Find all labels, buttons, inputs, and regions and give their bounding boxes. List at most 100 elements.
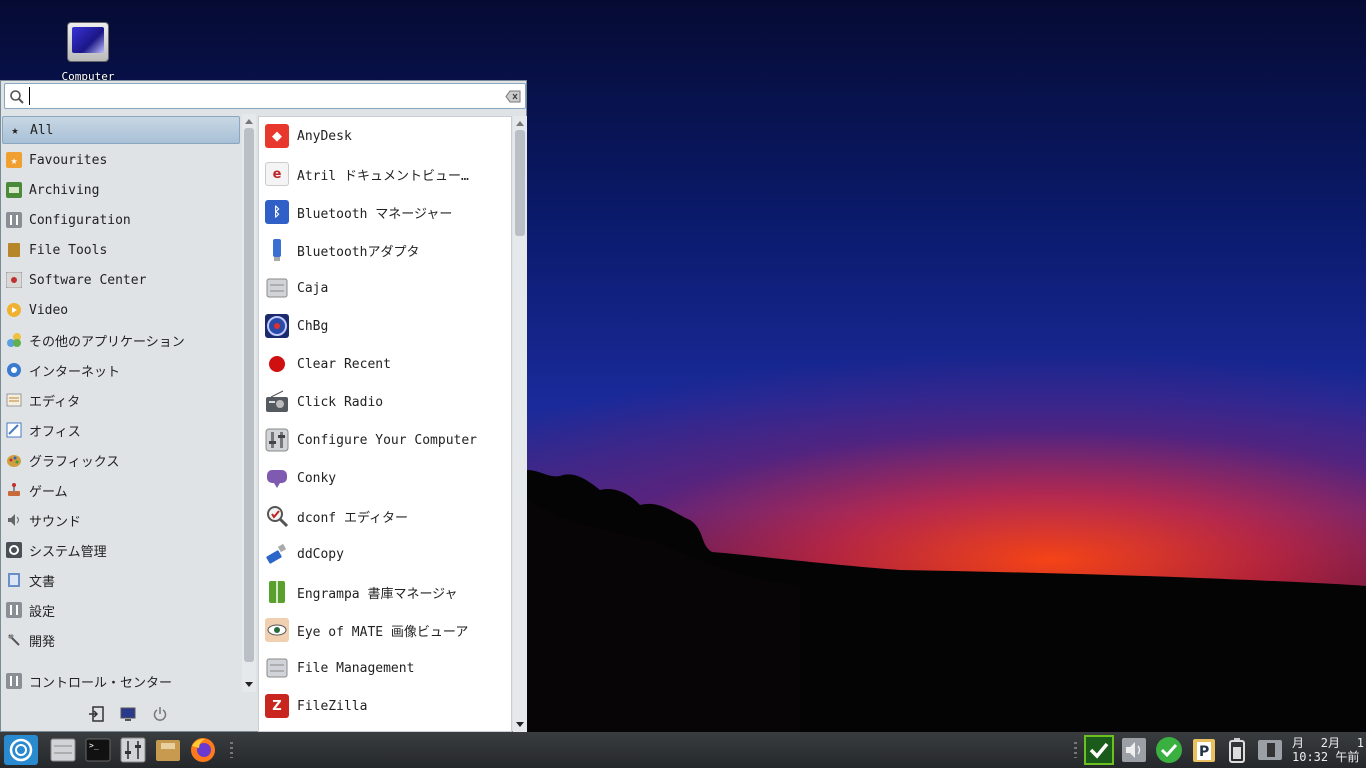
app-label: ChBg — [297, 318, 329, 334]
power-button[interactable] — [151, 705, 169, 723]
category-documents[interactable]: 文書 — [2, 566, 240, 594]
office-icon — [6, 422, 22, 438]
filezilla-icon: Z — [265, 694, 289, 718]
app-anydesk[interactable]: ◆ AnyDesk — [259, 117, 511, 155]
app-atril[interactable]: e Atril ドキュメントビュー… — [259, 155, 511, 193]
category-editor[interactable]: エディタ — [2, 386, 240, 414]
battery-icon — [1229, 738, 1245, 763]
dconf-icon — [265, 504, 289, 528]
app-eye-of-mate[interactable]: Eye of MATE 画像ビューア — [259, 611, 511, 649]
conky-icon — [265, 466, 289, 490]
desktop-icon-computer[interactable]: Computer — [58, 22, 118, 83]
category-graphics[interactable]: グラフィックス — [2, 446, 240, 474]
configure-icon — [265, 428, 289, 452]
file-tools-icon — [6, 242, 22, 258]
category-sound[interactable]: サウンド — [2, 506, 240, 534]
category-software-center[interactable]: Software Center — [2, 266, 240, 294]
app-filezilla[interactable]: Z FileZilla — [259, 687, 511, 725]
clock[interactable]: 月 2月 1 10:32 午前 — [1292, 736, 1364, 764]
app-conky[interactable]: Conky — [259, 459, 511, 497]
category-label: その他のアプリケーション — [29, 334, 185, 350]
app-label: Conky — [297, 470, 337, 486]
scrollbar-thumb[interactable] — [244, 128, 254, 662]
application-list: ◆ AnyDesk e Atril ドキュメントビュー… ᛒ Bluetooth… — [258, 116, 512, 732]
category-label: 文書 — [29, 574, 56, 590]
control-center-item[interactable]: コントロール・センター — [2, 667, 240, 695]
app-clear-recent[interactable]: Clear Recent — [259, 345, 511, 383]
application-scrollbar[interactable] — [513, 116, 527, 732]
lock-screen-button[interactable] — [119, 705, 137, 723]
terminal-launcher[interactable]: >_ — [83, 735, 113, 765]
category-list: ★ All ★ Favourites Archiving Configurati… — [1, 114, 241, 692]
category-archiving[interactable]: Archiving — [2, 176, 240, 204]
computer-icon — [67, 22, 109, 62]
video-icon — [6, 302, 22, 318]
app-label: Atril ドキュメントビュー… — [297, 168, 469, 184]
category-settings[interactable]: 設定 — [2, 596, 240, 624]
editor-icon — [6, 392, 22, 408]
network-icon — [1258, 740, 1282, 760]
app-label: Configure Your Computer — [297, 432, 478, 448]
firefox-launcher[interactable] — [188, 735, 218, 765]
category-label: Software Center — [29, 272, 147, 288]
app-click-radio[interactable]: Click Radio — [259, 383, 511, 421]
update-check-button[interactable] — [1084, 735, 1114, 765]
scroll-down-arrow[interactable] — [245, 682, 253, 687]
app-caja[interactable]: Caja — [259, 269, 511, 307]
scrollbar-thumb[interactable] — [515, 130, 525, 236]
settings-icon — [6, 602, 22, 618]
category-label: サウンド — [29, 514, 82, 530]
scroll-down-arrow[interactable] — [516, 722, 524, 727]
configuration-icon — [6, 212, 22, 228]
category-configuration[interactable]: Configuration — [2, 206, 240, 234]
battery-button[interactable] — [1222, 735, 1252, 765]
svg-text:>_: >_ — [89, 741, 99, 750]
category-favourites[interactable]: ★ Favourites — [2, 146, 240, 174]
check-ok-button[interactable] — [1154, 735, 1184, 765]
search-input[interactable] — [29, 87, 499, 105]
app-chbg[interactable]: ChBg — [259, 307, 511, 345]
firefox-icon — [191, 738, 215, 762]
app-ddcopy[interactable]: ddCopy — [259, 535, 511, 573]
app-engrampa[interactable]: Engrampa 書庫マネージャ — [259, 573, 511, 611]
category-other-apps[interactable]: その他のアプリケーション — [2, 326, 240, 354]
svg-text:P: P — [1199, 744, 1209, 760]
category-video[interactable]: Video — [2, 296, 240, 324]
clipboard-button[interactable]: P — [1189, 735, 1219, 765]
chbg-icon — [265, 314, 289, 338]
category-system-admin[interactable]: システム管理 — [2, 536, 240, 564]
terminal-icon: >_ — [85, 738, 111, 762]
category-scrollbar[interactable] — [242, 114, 256, 692]
clear-search-icon[interactable] — [505, 90, 521, 103]
scroll-up-arrow[interactable] — [245, 119, 253, 124]
app-dconf-editor[interactable]: dconf エディター — [259, 497, 511, 535]
session-buttons — [1, 697, 257, 731]
app-file-management[interactable]: File Management — [259, 649, 511, 687]
category-internet[interactable]: インターネット — [2, 356, 240, 384]
archiving-icon — [6, 182, 22, 198]
scroll-up-arrow[interactable] — [516, 121, 524, 126]
logout-button[interactable] — [87, 705, 105, 723]
volume-button[interactable] — [1119, 735, 1149, 765]
category-games[interactable]: ゲーム — [2, 476, 240, 504]
control-center-label: コントロール・センター — [29, 675, 173, 691]
category-file-tools[interactable]: File Tools — [2, 236, 240, 264]
category-label: Archiving — [29, 182, 100, 198]
power-icon — [153, 707, 167, 721]
mixer-launcher[interactable] — [118, 735, 148, 765]
file-management-icon — [265, 656, 289, 680]
category-office[interactable]: オフィス — [2, 416, 240, 444]
app-bluetooth-adapter[interactable]: Bluetoothアダプタ — [259, 231, 511, 269]
logout-icon — [89, 706, 104, 722]
app-bluetooth-manager[interactable]: ᛒ Bluetooth マネージャー — [259, 193, 511, 231]
network-button[interactable] — [1255, 735, 1285, 765]
clock-date: 2月 — [1320, 736, 1340, 750]
search-icon — [10, 90, 24, 104]
category-label: 設定 — [29, 604, 56, 620]
app-configure-computer[interactable]: Configure Your Computer — [259, 421, 511, 459]
start-menu-button[interactable] — [4, 735, 38, 765]
file-manager-launcher[interactable] — [48, 735, 78, 765]
category-development[interactable]: 開発 — [2, 626, 240, 654]
archive-manager-launcher[interactable] — [153, 735, 183, 765]
category-all[interactable]: ★ All — [2, 116, 240, 144]
